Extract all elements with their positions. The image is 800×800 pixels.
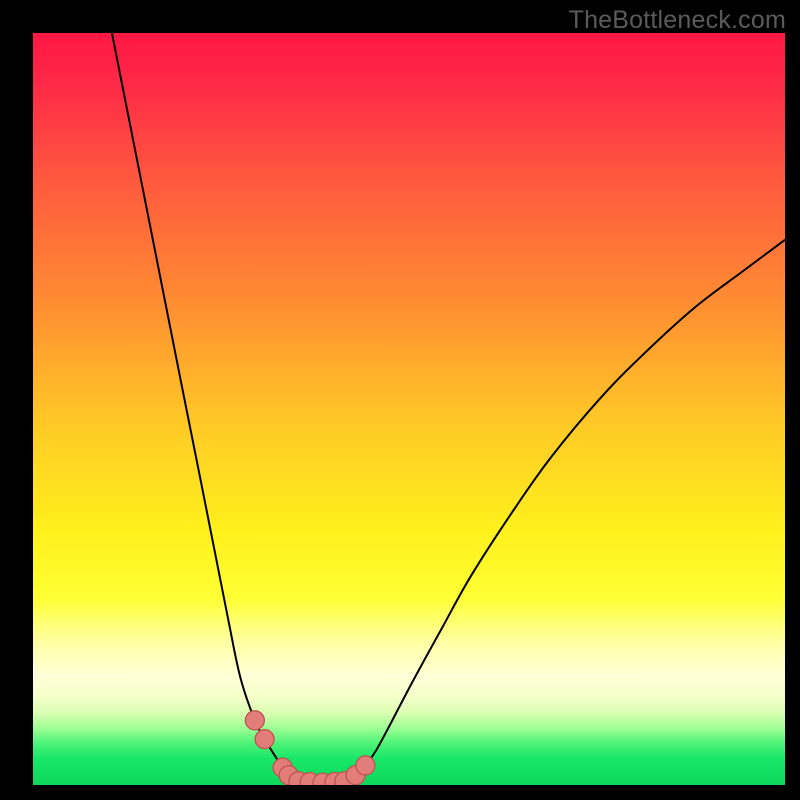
data-marker <box>245 711 264 730</box>
chart-frame: TheBottleneck.com <box>0 0 800 800</box>
watermark-text: TheBottleneck.com <box>569 6 786 35</box>
dot-markers <box>245 711 375 785</box>
data-marker <box>356 756 375 775</box>
plot-area <box>33 33 785 785</box>
curve-layer <box>33 33 785 785</box>
right-curve <box>344 240 785 781</box>
data-marker <box>255 730 274 749</box>
left-curve <box>112 33 323 783</box>
